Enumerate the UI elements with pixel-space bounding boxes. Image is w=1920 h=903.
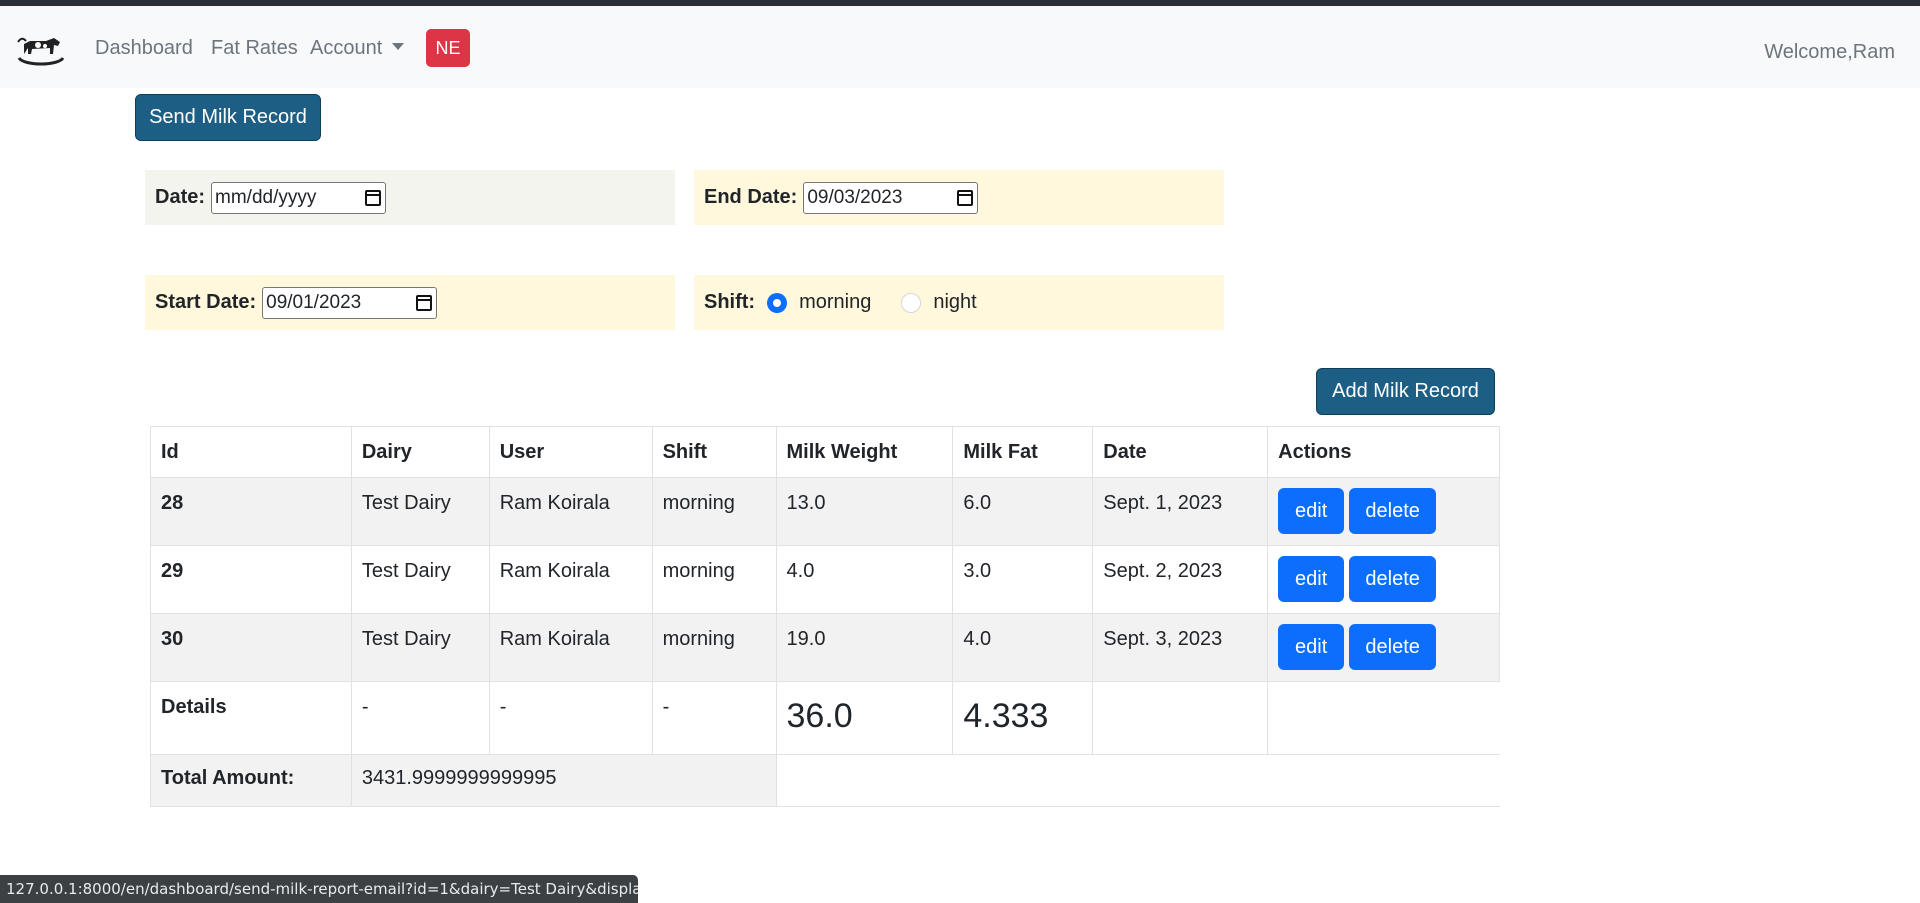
- cell-user: Ram Koirala: [488, 545, 653, 614]
- shift-night-radio[interactable]: [901, 292, 922, 313]
- shift-morning-radio[interactable]: [767, 292, 788, 313]
- cell-user: Ram Koirala: [488, 477, 653, 546]
- cell-date: Sept. 3, 2023: [1092, 613, 1269, 682]
- date-filter: Date: mm/dd/yyyy: [145, 170, 675, 225]
- end-date-input[interactable]: 09/03/2023: [803, 181, 979, 214]
- total-weight-value: 36.0: [786, 697, 853, 735]
- edit-button[interactable]: edit: [1278, 556, 1345, 602]
- nav-account-dropdown[interactable]: Account: [310, 33, 405, 63]
- total-amount-label: Total Amount:: [150, 754, 352, 807]
- shift-filter: Shift: morning night: [694, 275, 1224, 330]
- column-header-actions: Actions: [1267, 426, 1500, 478]
- cell-milk-weight: 13.0: [775, 477, 954, 546]
- edit-button[interactable]: edit: [1278, 488, 1345, 534]
- date-input[interactable]: mm/dd/yyyy: [211, 181, 387, 214]
- send-milk-record-button[interactable]: Send Milk Record: [135, 94, 321, 141]
- delete-button[interactable]: delete: [1349, 624, 1437, 670]
- nav-fat-rates-link[interactable]: Fat Rates: [211, 33, 298, 63]
- details-actions-empty: [1267, 681, 1500, 755]
- chevron-down-icon: [392, 43, 405, 51]
- nav-account-label: Account: [310, 37, 383, 59]
- end-date-filter: End Date: 09/03/2023: [694, 170, 1224, 225]
- shift-night-label[interactable]: night: [933, 291, 976, 314]
- details-row: Details - - - 36.0 4.333: [150, 681, 1500, 755]
- total-amount-value: 3431.9999999999995: [350, 754, 777, 807]
- end-date-label: End Date:: [704, 186, 798, 208]
- cell-actions: edit delete: [1267, 545, 1500, 614]
- start-date-input-value: 09/01/2023: [266, 291, 362, 313]
- cell-milk-weight: 19.0: [775, 613, 954, 682]
- edit-button[interactable]: edit: [1278, 624, 1345, 670]
- cell-dairy: Test Dairy: [350, 545, 490, 614]
- column-header-id: Id: [150, 426, 352, 478]
- cell-shift: morning: [651, 545, 777, 614]
- details-label: Details: [150, 681, 352, 755]
- welcome-text: Welcome,Ram: [1764, 41, 1895, 63]
- cell-shift: morning: [651, 477, 777, 546]
- shift-morning-label[interactable]: morning: [799, 291, 871, 314]
- details-date-empty: [1092, 681, 1269, 755]
- calendar-icon[interactable]: [957, 189, 974, 206]
- cell-milk-weight: 4.0: [775, 545, 954, 614]
- cell-milk-fat: 6.0: [952, 477, 1094, 546]
- cow-logo-icon[interactable]: [16, 32, 66, 68]
- column-header-shift: Shift: [651, 426, 777, 478]
- date-label: Date:: [155, 186, 206, 208]
- cell-date: Sept. 1, 2023: [1092, 477, 1269, 546]
- details-dairy: -: [350, 681, 490, 755]
- start-date-label: Start Date:: [155, 291, 257, 313]
- column-header-date: Date: [1092, 426, 1269, 478]
- start-date-filter: Start Date: 09/01/2023: [145, 275, 675, 330]
- cell-milk-fat: 3.0: [952, 545, 1094, 614]
- cell-dairy: Test Dairy: [350, 613, 490, 682]
- language-toggle-button[interactable]: NE: [426, 29, 470, 67]
- details-shift: -: [651, 681, 777, 755]
- navbar: Dashboard Fat Rates Account NE Welcome,R…: [0, 6, 1920, 88]
- column-header-user: User: [488, 426, 653, 478]
- average-fat-value: 4.333: [963, 697, 1049, 735]
- column-header-milk-weight: Milk Weight: [775, 426, 954, 478]
- cell-id: 29: [150, 545, 352, 614]
- delete-button[interactable]: delete: [1349, 556, 1437, 602]
- table-row: 28 Test Dairy Ram Koirala morning 13.0 6…: [150, 477, 1500, 546]
- date-input-value: mm/dd/yyyy: [215, 186, 317, 208]
- calendar-icon[interactable]: [416, 294, 433, 311]
- table-header-row: Id Dairy User Shift Milk Weight Milk Fat…: [150, 426, 1500, 478]
- cell-user: Ram Koirala: [488, 613, 653, 682]
- table-row: 29 Test Dairy Ram Koirala morning 4.0 3.…: [150, 545, 1500, 614]
- nav-dashboard-link[interactable]: Dashboard: [95, 33, 193, 63]
- cell-milk-fat: 4.0: [952, 613, 1094, 682]
- browser-status-url: 127.0.0.1:8000/en/dashboard/send-milk-re…: [0, 875, 638, 903]
- cell-id: 28: [150, 477, 352, 546]
- cell-dairy: Test Dairy: [350, 477, 490, 546]
- details-user: -: [488, 681, 653, 755]
- end-date-input-value: 09/03/2023: [807, 186, 903, 208]
- cell-actions: edit delete: [1267, 613, 1500, 682]
- cell-actions: edit delete: [1267, 477, 1500, 546]
- milk-records-table: Id Dairy User Shift Milk Weight Milk Fat…: [150, 426, 1500, 807]
- start-date-input[interactable]: 09/01/2023: [262, 286, 438, 319]
- details-total-weight: 36.0: [775, 681, 954, 755]
- cell-id: 30: [150, 613, 352, 682]
- add-milk-record-button[interactable]: Add Milk Record: [1316, 368, 1495, 415]
- column-header-dairy: Dairy: [350, 426, 490, 478]
- delete-button[interactable]: delete: [1349, 488, 1437, 534]
- cell-shift: morning: [651, 613, 777, 682]
- calendar-icon[interactable]: [365, 189, 382, 206]
- cell-date: Sept. 2, 2023: [1092, 545, 1269, 614]
- details-average-fat: 4.333: [952, 681, 1094, 755]
- column-header-milk-fat: Milk Fat: [952, 426, 1094, 478]
- table-row: 30 Test Dairy Ram Koirala morning 19.0 4…: [150, 613, 1500, 682]
- total-amount-spacer: [776, 754, 1500, 807]
- total-amount-row: Total Amount: 3431.9999999999995: [150, 754, 1500, 807]
- shift-label: Shift:: [704, 291, 756, 313]
